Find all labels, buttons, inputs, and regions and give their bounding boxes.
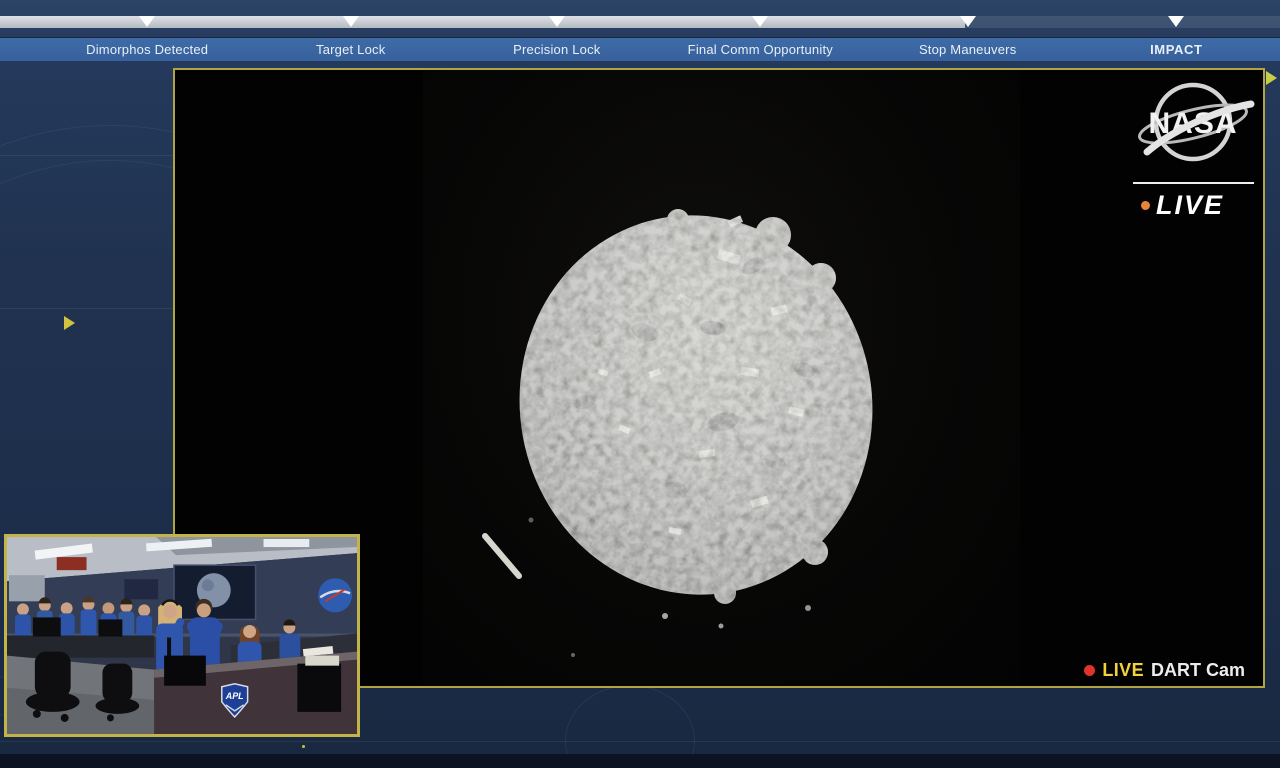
dart-cam-footage: [423, 70, 1020, 686]
mission-control-pip: APL: [4, 534, 360, 737]
milestone-marker-final-comm: [752, 16, 769, 27]
decor-arrow-left: [64, 316, 75, 330]
nasa-meatball-small: [318, 578, 353, 613]
nasa-badge-divider: [1133, 182, 1254, 184]
decor-arrow-right: [1266, 71, 1277, 85]
milestone-marker-precision-lock: [548, 16, 565, 27]
milestone-label-impact: IMPACT: [1150, 42, 1203, 57]
mission-control-video: APL: [7, 537, 357, 734]
nasa-live-badge: NASA LIVE: [1133, 74, 1257, 221]
nasa-live-label: LIVE: [1156, 190, 1225, 220]
milestone-label-final-comm: Final Comm Opportunity: [687, 42, 833, 57]
broadcast-stage-background: NASA LIVE LIVE DART Cam APL: [0, 61, 1280, 768]
cam-name-label: DART Cam: [1150, 660, 1245, 680]
decor-line: [0, 741, 1280, 742]
milestone-label-dimorphos-detected: Dimorphos Detected: [86, 42, 209, 57]
milestone-label-target-lock: Target Lock: [316, 42, 386, 57]
timeline-track: [0, 16, 1280, 28]
live-dot-icon: [1141, 201, 1150, 210]
timeline-label-bar: Dimorphos Detected Target Lock Precision…: [0, 37, 1280, 61]
record-dot-icon: [1084, 665, 1096, 676]
nasa-logo: NASA: [1138, 82, 1255, 162]
milestone-marker-stop-maneuvers: [959, 16, 976, 27]
milestone-marker-impact: [1168, 16, 1185, 27]
cam-live-label: LIVE: [1102, 660, 1144, 680]
milestone-label-stop-maneuvers: Stop Maneuvers: [918, 42, 1017, 57]
decor-line: [0, 155, 173, 156]
dart-cam-badge: LIVE DART Cam: [1084, 660, 1245, 681]
apl-logo-text: APL: [225, 691, 244, 701]
milestone-marker-dimorphos-detected: [139, 16, 156, 27]
asteroid-dimorphos-image: [482, 209, 873, 657]
milestone-label-precision-lock: Precision Lock: [513, 42, 601, 57]
mission-timeline: Dimorphos Detected Target Lock Precision…: [0, 0, 1280, 61]
bottom-dark-strip: [0, 754, 1280, 768]
milestone-marker-target-lock: [342, 16, 359, 27]
decor-dot: [302, 745, 305, 748]
decor-line: [0, 308, 173, 309]
